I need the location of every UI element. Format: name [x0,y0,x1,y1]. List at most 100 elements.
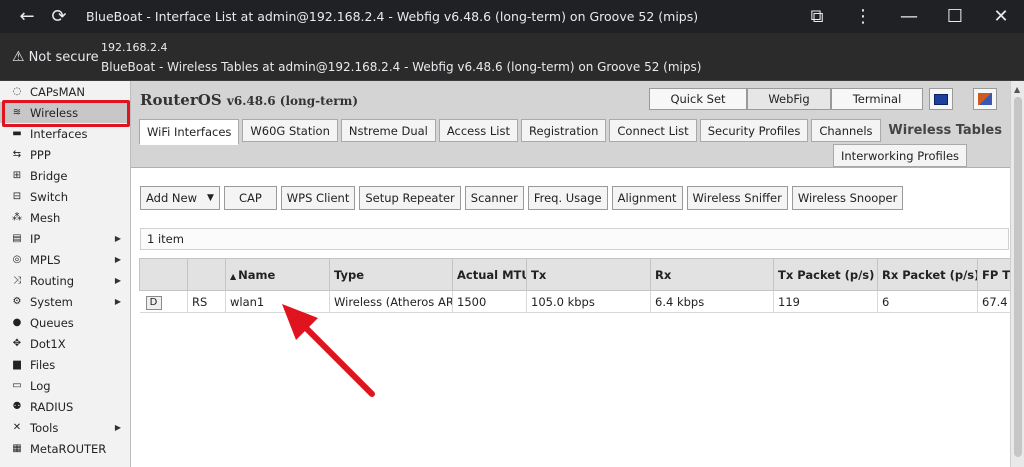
column-header-name[interactable]: ▲ Name [225,258,330,291]
webfig-button[interactable]: WebFig [747,88,831,110]
sidebar-item-interfaces[interactable]: ▬ Interfaces [0,123,130,144]
sidebar-item-label: Wireless [30,105,79,120]
table-row[interactable]: D RS wlan1 Wireless (Atheros AR9 1500 105.0 k… [139,290,1012,313]
sidebar-item-label: Log [30,378,51,393]
sidebar-item-queues[interactable]: ● Queues [0,312,130,333]
item-count-bar: 1 item [140,228,1009,250]
main-panel: RouterOS v6.48.6 (long-term) Quick Set W… [131,81,1024,467]
security-indicator[interactable]: ⚠ Not secure [12,49,99,65]
browser-titlebar: ← ⟳ BlueBoat - Interface List at admin@1… [0,0,1024,33]
cap-button[interactable]: CAP [223,186,277,210]
sidebar-item-ppp[interactable]: ⇆ PPP [0,144,130,165]
tab-access-list[interactable]: Access List [438,119,519,142]
sidebar-item-label: CAPsMAN [30,84,86,99]
cell-rx-pps: 6 [877,290,978,313]
tab-nstreme-dual[interactable]: Nstreme Dual [340,119,436,142]
tools-icon: ✕ [12,422,22,433]
reload-icon[interactable]: ⟳ [46,4,72,30]
table-header-row: ▲ Name Type Actual MTU Tx Rx Tx Packet (p/s) Rx… [139,258,1012,291]
cell-fp: 67.4 [977,290,1012,313]
metarouter-icon: ▦ [12,443,22,454]
tab-w60g-station[interactable]: W60G Station [242,119,338,142]
back-arrow-icon[interactable]: ← [14,4,40,30]
tools-icon [978,93,992,105]
column-header-label: Tx Packet (p/s) [778,267,875,282]
monitor-button[interactable] [929,88,953,110]
routeros-title: RouterOS v6.48.6 (long-term) [140,91,358,109]
tab-connect-list[interactable]: Connect List [609,119,697,142]
sidebar-item-label: System [30,294,73,309]
cell-tx-pps: 119 [773,290,878,313]
extension-icon[interactable]: ⧉ [794,4,840,30]
freq-usage-button[interactable]: Freq. Usage [527,186,608,210]
sidebar-item-label: Dot1X [30,336,66,351]
column-header-type[interactable]: Type [329,258,453,291]
ppp-icon: ⇆ [12,149,22,160]
sidebar-item-bridge[interactable]: ⊞ Bridge [0,165,130,186]
close-icon[interactable]: ✕ [978,4,1024,30]
wps-client-button[interactable]: WPS Client [280,186,356,210]
sidebar-item-mpls[interactable]: ◎ MPLS ▶ [0,249,130,270]
window-title: BlueBoat - Interface List at admin@192.1… [86,9,699,24]
vertical-scrollbar[interactable]: ▲ [1010,81,1024,467]
column-header-rx-packet-p-s[interactable]: Rx Packet (p/s) [877,258,978,291]
sidebar-item-label: Interfaces [30,126,88,141]
column-header-blank-1[interactable] [187,258,226,291]
sidebar-item-log[interactable]: ▭ Log [0,375,130,396]
column-header-tx[interactable]: Tx [526,258,651,291]
tab-wifi-interfaces[interactable]: WiFi Interfaces [139,119,240,145]
sidebar-item-system[interactable]: ⚙ System ▶ [0,291,130,312]
sidebar-item-routing[interactable]: ⤨ Routing ▶ [0,270,130,291]
submenu-arrow-icon: ▶ [114,423,121,432]
mpls-icon: ◎ [12,254,22,265]
sidebar-item-metarouter[interactable]: ▦ MetaROUTER [0,438,130,459]
sidebar-item-wireless[interactable]: ≋ Wireless [0,102,130,123]
tab-registration[interactable]: Registration [521,119,607,142]
sidebar-item-switch[interactable]: ⊟ Switch [0,186,130,207]
cell-name[interactable]: wlan1 [225,290,330,313]
sidebar-item-label: Tools [30,420,59,435]
column-header-tx-packet-p-s[interactable]: Tx Packet (p/s) [773,258,878,291]
address-bar: ⚠ Not secure 192.168.2.4 BlueBoat - Wire… [0,33,1024,81]
window-controls: ⧉ ⋮ — ☐ ✕ [794,4,1024,30]
sidebar-item-capsman[interactable]: ◌ CAPsMAN [0,81,130,102]
sidebar-item-files[interactable]: ▆ Files [0,354,130,375]
scanner-button[interactable]: Scanner [464,186,524,210]
sidebar-item-label: IP [30,231,41,246]
column-header-actual-mtu[interactable]: Actual MTU [452,258,527,291]
minimize-icon[interactable]: — [886,4,932,30]
warning-triangle-icon: ⚠ [12,49,25,65]
item-count: 1 item [147,232,184,246]
sidebar-item-tools[interactable]: ✕ Tools ▶ [0,417,130,438]
terminal-button[interactable]: Terminal [831,88,923,110]
sidebar-item-dot1x[interactable]: ✥ Dot1X [0,333,130,354]
tab-security-profiles[interactable]: Security Profiles [699,119,809,142]
setup-repeater-button[interactable]: Setup Repeater [359,186,461,210]
add-new-button[interactable]: Add New ▼ [140,186,220,210]
sidebar-item-radius[interactable]: ⚉ RADIUS [0,396,130,417]
sidebar-item-label: MPLS [30,252,61,267]
tab-interworking-profiles[interactable]: Interworking Profiles [833,144,968,167]
alignment-button[interactable]: Alignment [611,186,683,210]
wireless-snooper-button[interactable]: Wireless Snooper [791,186,904,210]
disable-button[interactable]: D [145,295,162,310]
column-header-fp-t[interactable]: FP T [977,258,1012,291]
tools-button[interactable] [973,88,997,110]
maximize-icon[interactable]: ☐ [932,4,978,30]
column-header-blank-0[interactable] [139,258,188,291]
scroll-thumb[interactable] [1014,97,1022,457]
sidebar-item-ip[interactable]: ▤ IP ▶ [0,228,130,249]
more-options-icon[interactable]: ⋮ [840,4,886,30]
sidebar-item-label: RADIUS [30,399,74,414]
column-header-label: Tx [531,267,547,282]
tab-channels[interactable]: Channels [811,119,881,142]
url-text[interactable]: 192.168.2.4 [101,41,167,54]
quick-set-button[interactable]: Quick Set [649,88,747,110]
column-header-rx[interactable]: Rx [650,258,774,291]
scroll-up-icon[interactable]: ▲ [1014,85,1020,94]
sidebar-item-mesh[interactable]: ⁂ Mesh [0,207,130,228]
wireless-sniffer-button[interactable]: Wireless Sniffer [686,186,788,210]
interfaces-table: ▲ Name Type Actual MTU Tx Rx Tx Packet (p/s) Rx… [139,258,1012,313]
routing-icon: ⤨ [13,275,21,286]
submenu-arrow-icon: ▶ [114,297,121,306]
